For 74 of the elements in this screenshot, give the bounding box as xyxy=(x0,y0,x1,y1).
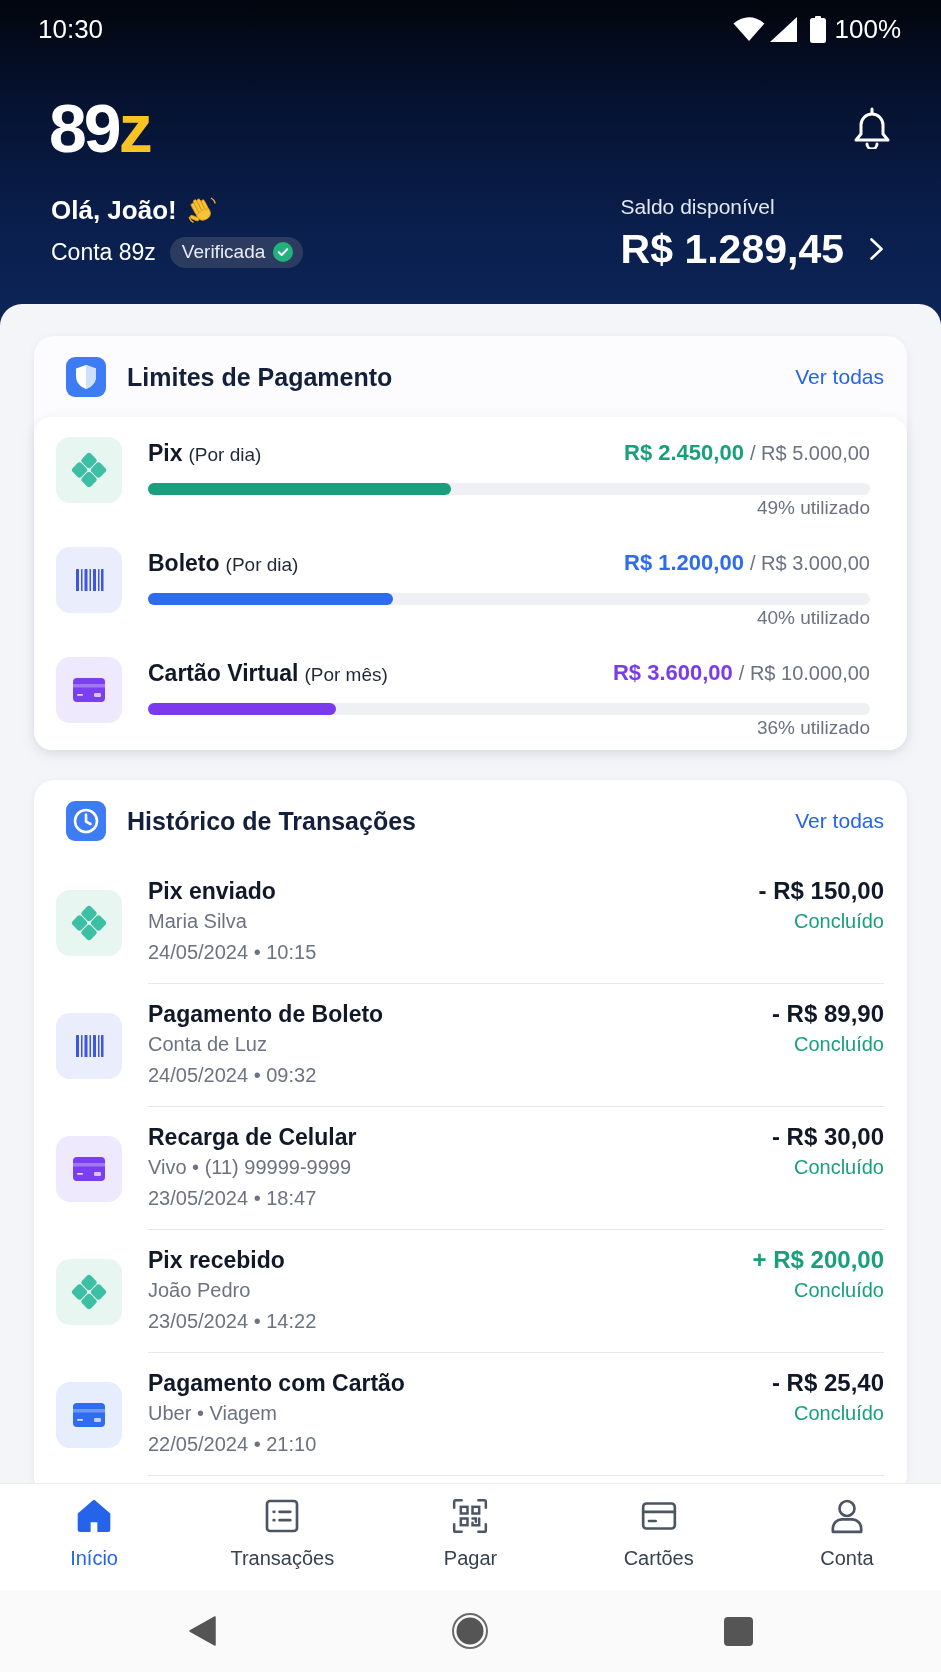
transaction-status: Concluído xyxy=(793,1401,884,1426)
transaction-date: 22/05/2024 • 21:10 xyxy=(148,1432,317,1457)
limit-amount: / R$ 10.000,00 xyxy=(738,661,870,686)
credit-card-icon xyxy=(56,657,122,723)
limit-period: (Por dia) xyxy=(188,443,262,467)
transaction-detail: Maria Silva xyxy=(148,909,247,934)
transaction-detail: João Pedro xyxy=(148,1278,251,1303)
section-title: Limites de Pagamento xyxy=(127,361,394,393)
transaction-amount: + R$ 200,00 xyxy=(752,1245,884,1275)
credit-card-icon xyxy=(56,1135,122,1202)
verified-label: Verificada xyxy=(181,240,266,264)
check-circle-icon xyxy=(273,242,294,262)
nav-tab[interactable]: Cartões xyxy=(623,1496,694,1570)
limit-name: Boleto xyxy=(148,549,220,578)
transaction-title: Pagamento de Boleto xyxy=(148,1000,384,1029)
transaction-status: Concluído xyxy=(793,1032,884,1057)
square-icon[interactable] xyxy=(723,1616,753,1646)
limit-name: Cartão Virtual xyxy=(148,659,299,688)
battery-icon xyxy=(809,15,826,43)
transaction-amount: - R$ 89,90 xyxy=(771,999,884,1029)
limit-amount: / R$ 5.000,00 xyxy=(749,441,870,466)
battery-percent: 100% xyxy=(834,14,901,44)
clock-icon xyxy=(66,800,106,841)
nav-tab[interactable]: Início xyxy=(70,1496,118,1570)
nav-tab[interactable]: Pagar xyxy=(443,1496,498,1570)
used-amount: R$ 3.600,00 xyxy=(612,659,733,687)
transaction-amount: - R$ 30,00 xyxy=(771,1122,884,1152)
back-icon[interactable] xyxy=(189,1616,217,1646)
transaction-detail: Conta de Luz xyxy=(148,1032,267,1057)
transaction-detail: Vivo • (11) 99999-9999 xyxy=(148,1155,352,1180)
nav-tab[interactable]: Conta xyxy=(820,1496,874,1570)
shield-icon xyxy=(66,356,106,397)
usage-text: 49% utilizado xyxy=(756,498,870,518)
wifi-icon xyxy=(732,17,765,41)
transaction-status: Concluído xyxy=(793,1155,884,1180)
transaction-title: Pix enviado xyxy=(148,877,276,906)
transaction-amount: - R$ 150,00 xyxy=(758,876,884,906)
limit-period: (Por mês) xyxy=(304,663,388,687)
signal-icon xyxy=(769,16,797,42)
transaction-title: Pix recebido xyxy=(148,1246,285,1275)
transaction-title: Pagamento com Cartão xyxy=(148,1369,405,1398)
greeting-text: Olá, João! xyxy=(51,194,177,226)
transaction-title: Recarga de Celular xyxy=(148,1123,357,1152)
limit-amount: / R$ 3.000,00 xyxy=(749,551,870,576)
used-amount: R$ 2.450,00 xyxy=(624,439,744,467)
waving-hand-icon xyxy=(186,195,217,225)
limit-period: (Por dia) xyxy=(225,553,299,577)
bell-icon[interactable] xyxy=(852,107,892,149)
transaction-date: 24/05/2024 • 10:15 xyxy=(148,940,317,965)
transaction-amount: - R$ 25,40 xyxy=(771,1368,884,1398)
balance-label: Saldo disponível xyxy=(620,194,776,220)
brand-logo: 89z xyxy=(49,98,150,158)
barcode-icon xyxy=(56,547,122,613)
usage-text: 36% utilizado xyxy=(756,718,870,738)
balance-amount: R$ 1.289,45 xyxy=(620,226,844,272)
transaction-date: 23/05/2024 • 18:47 xyxy=(148,1186,317,1211)
account-name: Conta 89z xyxy=(51,238,156,267)
home-circle-icon[interactable] xyxy=(452,1613,489,1649)
usage-text: 40% utilizado xyxy=(756,608,870,628)
transaction-status: Concluído xyxy=(793,909,884,934)
used-amount: R$ 1.200,00 xyxy=(624,549,744,577)
transaction-date: 24/05/2024 • 09:32 xyxy=(148,1063,317,1088)
barcode-icon xyxy=(56,1012,122,1079)
section-title: Histórico de Transações xyxy=(127,805,417,837)
chevron-right-icon[interactable] xyxy=(870,238,883,260)
transaction-status: Concluído xyxy=(793,1278,884,1303)
limit-name: Pix xyxy=(148,439,183,468)
credit-card-icon xyxy=(56,1381,122,1448)
see-all-link[interactable]: Ver todas xyxy=(795,806,884,835)
nav-tab[interactable]: Transações xyxy=(230,1496,335,1570)
status-time: 10:30 xyxy=(38,14,104,44)
transaction-date: 23/05/2024 • 14:22 xyxy=(148,1309,317,1334)
transaction-detail: Uber • Viagem xyxy=(148,1401,277,1426)
see-all-link[interactable]: Ver todas xyxy=(795,362,884,391)
